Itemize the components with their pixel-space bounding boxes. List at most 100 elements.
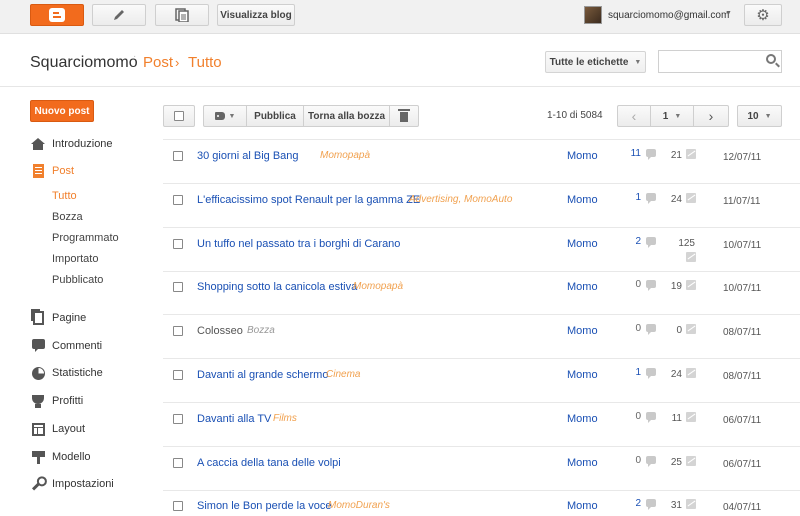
avatar[interactable] xyxy=(584,6,602,24)
row-checkbox[interactable] xyxy=(173,282,183,293)
row-checkbox[interactable] xyxy=(173,457,183,468)
new-post-shortcut-button[interactable] xyxy=(92,4,146,26)
labels-filter-dropdown[interactable]: Tutte le etichette ▼ xyxy=(545,51,646,73)
table-row[interactable]: Shopping sotto la canicola estiva Momopap… xyxy=(163,271,800,316)
blogger-home-button[interactable] xyxy=(30,4,84,26)
post-title-link[interactable]: A caccia della tana delle volpi xyxy=(197,457,341,469)
comment-count: 0 xyxy=(635,410,641,422)
post-author-link[interactable]: Momo xyxy=(567,325,598,337)
table-row[interactable]: 30 giorni al Big Bang Momopapà Momo 11 21 12/… xyxy=(163,140,800,184)
table-row[interactable]: L'efficacissimo spot Renault per la gamm… xyxy=(163,184,800,228)
post-author-link[interactable]: Momo xyxy=(567,194,598,206)
delete-button[interactable] xyxy=(389,105,419,127)
comment-bubble-icon xyxy=(646,455,656,467)
post-labels[interactable]: Momopapà xyxy=(320,150,370,161)
row-checkbox[interactable] xyxy=(173,238,183,249)
post-title-link[interactable]: Davanti alla TV xyxy=(197,413,271,425)
sidebar-item-post[interactable]: Post xyxy=(30,162,74,180)
row-checkbox[interactable] xyxy=(173,413,183,424)
post-title-link[interactable]: Davanti al grande schermo xyxy=(197,369,328,381)
post-date: 12/07/11 xyxy=(723,152,762,163)
post-author-link[interactable]: Momo xyxy=(567,369,598,381)
table-row[interactable]: Un tuffo nel passato tra i borghi di Car… xyxy=(163,228,800,272)
comment-bubble-icon xyxy=(646,368,656,379)
blog-title[interactable]: Squarciomomo xyxy=(30,54,138,72)
row-checkbox[interactable] xyxy=(173,370,183,380)
sidebar-item-layout[interactable]: Layout xyxy=(30,420,85,438)
sidebar-item-statistiche[interactable]: Statistiche xyxy=(30,364,103,382)
search-input[interactable] xyxy=(658,50,782,73)
post-author-link[interactable]: Momo xyxy=(567,281,598,293)
post-title-link[interactable]: Shopping sotto la canicola estiva xyxy=(197,281,357,293)
post-author-link[interactable]: Momo xyxy=(567,150,598,162)
select-all-checkbox[interactable] xyxy=(174,111,184,121)
sidebar-item-modello[interactable]: Modello xyxy=(30,448,91,466)
comment-count[interactable]: 1 xyxy=(611,367,641,378)
title-separator-dot: · xyxy=(133,51,137,62)
sidebar-subitem-bozza[interactable]: Bozza xyxy=(52,211,83,223)
post-labels[interactable]: MomoDuran's xyxy=(328,500,390,511)
table-row[interactable]: Simon le Bon perde la voce MomoDuran's Mom… xyxy=(163,490,800,516)
post-author-link[interactable]: Momo xyxy=(567,413,598,425)
post-labels[interactable]: Films xyxy=(273,413,297,424)
post-title-link[interactable]: Colosseo xyxy=(197,325,243,337)
comment-count[interactable]: 11 xyxy=(611,148,641,159)
previous-page-button[interactable]: ‹ xyxy=(617,105,651,127)
post-labels[interactable]: Cinema xyxy=(326,369,360,380)
labels-filter-label: Tutte le etichette xyxy=(549,56,629,68)
post-title-link[interactable]: Simon le Bon perde la voce xyxy=(197,500,332,512)
sidebar-subitem-tutto[interactable]: Tutto xyxy=(52,190,77,202)
post-title-link[interactable]: 30 giorni al Big Bang xyxy=(197,150,299,162)
next-page-button[interactable]: › xyxy=(693,105,729,127)
table-row[interactable]: Davanti alla TV Films Momo 0 11 06/07/11 xyxy=(163,403,800,447)
new-post-button[interactable]: Nuovo post xyxy=(30,100,94,122)
user-email[interactable]: squarciomomo@gmail.com xyxy=(608,10,729,21)
sidebar-item-impostazioni[interactable]: Impostazioni xyxy=(30,475,114,493)
per-page-selector[interactable]: 10 ▼ xyxy=(737,105,782,127)
table-row[interactable]: A caccia della tana delle volpi Momo 0 25 06… xyxy=(163,447,800,491)
settings-gear-button[interactable]: ⚙ xyxy=(744,4,782,26)
select-all-checkbox-button[interactable] xyxy=(163,105,195,127)
sidebar-subitem-programmato[interactable]: Programmato xyxy=(52,232,119,244)
revert-to-draft-button[interactable]: Torna alla bozza xyxy=(303,105,390,127)
sidebar-subitem-importato[interactable]: Importato xyxy=(52,253,98,265)
row-checkbox[interactable] xyxy=(173,151,183,161)
post-title-link[interactable]: L'efficacissimo spot Renault per la gamm… xyxy=(197,194,420,206)
table-row[interactable]: Davanti al grande schermo Cinema Momo 1 24 08… xyxy=(163,359,800,403)
sidebar-item-pagine[interactable]: Pagine xyxy=(30,309,86,327)
publish-button[interactable]: Pubblica xyxy=(246,105,304,127)
post-author-link[interactable]: Momo xyxy=(567,238,598,250)
sidebar-subitem-pubblicato[interactable]: Pubblicato xyxy=(52,274,103,286)
comment-count[interactable]: 2 xyxy=(611,498,641,509)
row-checkbox[interactable] xyxy=(173,501,183,512)
page-selector[interactable]: 1 ▼ xyxy=(650,105,694,127)
current-page-number: 1 xyxy=(662,110,669,122)
row-checkbox[interactable] xyxy=(173,194,183,205)
tag-icon xyxy=(214,112,225,120)
chevron-down-icon: ▼ xyxy=(228,112,236,120)
chevron-down-icon: ▼ xyxy=(674,112,682,120)
row-checkbox[interactable] xyxy=(173,326,183,337)
post-author-link[interactable]: Momo xyxy=(567,457,598,469)
account-caret-icon[interactable]: ▼ xyxy=(725,10,732,17)
post-author-link[interactable]: Momo xyxy=(567,500,598,512)
breadcrumb-section[interactable]: Post xyxy=(143,54,173,71)
sidebar-item-profitti[interactable]: Profitti xyxy=(30,392,83,410)
post-title-link[interactable]: Un tuffo nel passato tra i borghi di Car… xyxy=(197,238,400,250)
post-labels[interactable]: Advertising, MomoAuto xyxy=(409,194,512,205)
posts-list-button[interactable] xyxy=(155,4,209,26)
wrench-icon xyxy=(31,477,45,491)
sidebar-item-label: Profitti xyxy=(52,395,84,407)
layout-icon xyxy=(31,422,45,436)
label-menu-button[interactable]: ▼ xyxy=(203,105,247,127)
comment-count[interactable]: 2 xyxy=(611,236,641,247)
sidebar-item-introduzione[interactable]: Introduzione xyxy=(30,135,113,153)
post-labels[interactable]: Momopapà xyxy=(353,281,403,292)
comment-bubble-icon xyxy=(646,236,656,248)
search-icon[interactable] xyxy=(766,54,776,64)
comment-count[interactable]: 1 xyxy=(611,192,641,203)
stats-pie-icon xyxy=(31,366,45,380)
table-row[interactable]: Colosseo Bozza Momo 0 0 08/07/11 xyxy=(163,315,800,360)
view-blog-button[interactable]: Visualizza blog xyxy=(217,4,295,26)
sidebar-item-commenti[interactable]: Commenti xyxy=(30,337,102,355)
